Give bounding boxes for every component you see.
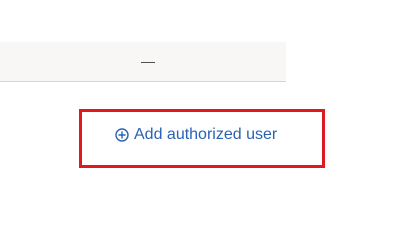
add-authorized-user-label: Add authorized user: [134, 126, 278, 143]
plus-circle-icon: [115, 128, 129, 142]
page: — Add authorized user: [0, 0, 406, 237]
table-row: —: [0, 42, 286, 82]
empty-value-cell: —: [141, 53, 155, 69]
add-authorized-user-link[interactable]: Add authorized user: [115, 124, 277, 146]
